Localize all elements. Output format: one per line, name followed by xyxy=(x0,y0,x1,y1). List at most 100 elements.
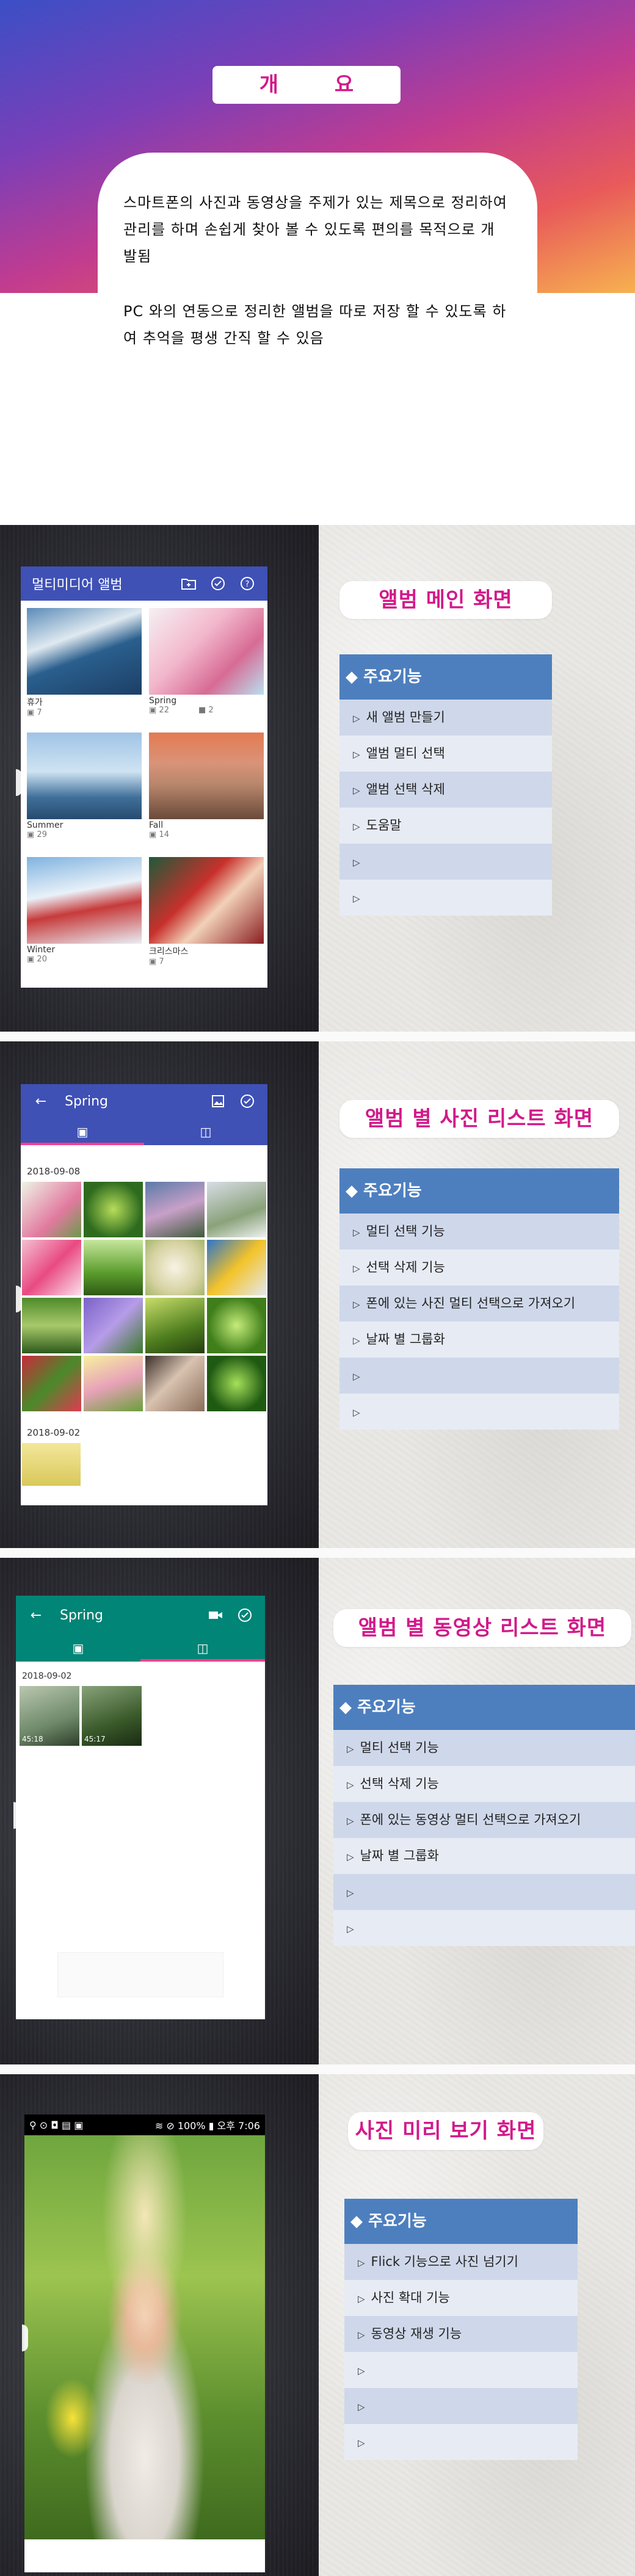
photo-thumbnail[interactable] xyxy=(22,1298,81,1353)
feature-text: 멀티 선택 기능 xyxy=(360,1740,439,1755)
feature-item: ▷ 멀티 선택 기능 xyxy=(339,1214,619,1250)
video-tab-icon: ◫ xyxy=(197,1641,209,1655)
image-icon: ▣ 14 xyxy=(149,830,169,839)
album-thumbnail xyxy=(149,608,264,695)
feature-item: ▷ xyxy=(344,2424,578,2460)
photo-thumbnail[interactable] xyxy=(22,1182,81,1237)
video-tab-icon: ◫ xyxy=(200,1124,212,1139)
album-photo-count: 29 xyxy=(37,830,47,839)
triangle-right-icon: ▷ xyxy=(353,785,360,796)
photo-thumbnail[interactable] xyxy=(145,1182,205,1237)
album-thumbnail xyxy=(27,608,142,695)
date-group-label: 2018-09-02 xyxy=(22,1671,72,1681)
photo-thumbnail[interactable] xyxy=(207,1240,266,1295)
photo-thumbnail[interactable] xyxy=(84,1356,143,1411)
feature-item: ▷ xyxy=(339,1394,619,1430)
triangle-right-icon: ▷ xyxy=(353,1227,360,1238)
back-arrow-icon[interactable]: ← xyxy=(32,1092,50,1110)
feature-text: 새 앨범 만들기 xyxy=(366,710,445,725)
album-card[interactable]: Summer ▣ 29 xyxy=(27,733,142,848)
triangle-right-icon: ▷ xyxy=(353,1263,360,1274)
intro-title: 개 요 xyxy=(212,66,401,104)
svg-text:?: ? xyxy=(245,580,250,589)
drawer-handle[interactable] xyxy=(13,1802,20,1829)
tab-videos[interactable]: ◫ xyxy=(140,1635,265,1662)
video-thumbnail[interactable]: 45:18 xyxy=(20,1686,79,1746)
photo-thumbnail[interactable] xyxy=(84,1298,143,1353)
help-icon[interactable]: ? xyxy=(238,574,256,593)
album-card[interactable]: 크리스마스 ▣ 7 xyxy=(149,857,264,973)
triangle-right-icon: ▷ xyxy=(353,821,360,832)
album-thumbnail xyxy=(149,733,264,819)
check-circle-icon[interactable] xyxy=(236,1606,254,1624)
check-circle-icon[interactable] xyxy=(238,1092,256,1110)
camera-icon[interactable] xyxy=(206,1606,225,1624)
feature-list-header: ◆ 주요기능 xyxy=(339,654,552,700)
app-bar: ← Spring xyxy=(21,1084,267,1118)
app-title: 멀티미디어 앨범 xyxy=(32,577,123,593)
photo-thumbnail[interactable] xyxy=(84,1182,143,1237)
folder-add-icon[interactable] xyxy=(180,574,198,593)
triangle-right-icon: ▷ xyxy=(347,1923,354,1934)
intro-section: 개 요 스마트폰의 사진과 동영상을 주제가 있는 제목으로 정리하여 관리를 … xyxy=(0,0,635,525)
triangle-right-icon: ▷ xyxy=(358,2365,365,2376)
video-thumbnail[interactable]: 45:17 xyxy=(82,1686,142,1746)
album-name: Winter xyxy=(27,945,56,955)
feature-list-header: ◆ 주요기능 xyxy=(333,1685,635,1730)
status-icons-left: ⚲ ⊙ ◘ ▤ ▣ xyxy=(29,2119,84,2131)
check-circle-icon[interactable] xyxy=(209,574,227,593)
photo-thumbnail[interactable] xyxy=(145,1356,205,1411)
photo-thumbnail[interactable] xyxy=(207,1356,266,1411)
photo-thumbnail[interactable] xyxy=(84,1240,143,1295)
album-photo-count: 7 xyxy=(159,957,164,966)
album-name: 크리스마스 xyxy=(149,947,189,957)
tab-photos[interactable]: ▣ xyxy=(21,1118,144,1145)
album-photo-count: 20 xyxy=(37,955,47,964)
photo-thumbnail[interactable] xyxy=(145,1298,205,1353)
photo-thumbnail[interactable] xyxy=(22,1356,81,1411)
album-card[interactable]: Winter ▣ 20 xyxy=(27,857,142,973)
feature-text: 선택 삭제 기능 xyxy=(366,1260,445,1275)
app-bar: ← Spring xyxy=(16,1596,265,1635)
intro-paragraph-2: PC 와의 연동으로 정리한 앨범을 따로 저장 할 수 있도록 하여 추억을 … xyxy=(123,303,507,347)
photo-thumbnail[interactable] xyxy=(145,1240,205,1295)
status-bar: ⚲ ⊙ ◘ ▤ ▣ ≋ ⊘ 100% ▮ 오후 7:06 xyxy=(24,2115,265,2135)
album-thumbnail xyxy=(149,857,264,944)
triangle-right-icon: ▷ xyxy=(353,857,360,868)
preview-image[interactable] xyxy=(24,2135,265,2539)
feature-item: ▷ 선택 삭제 기능 xyxy=(333,1766,635,1802)
triangle-right-icon: ▷ xyxy=(347,1743,354,1754)
photo-thumbnail[interactable] xyxy=(207,1298,266,1353)
album-card[interactable]: 휴가 ▣ 7 xyxy=(27,608,142,724)
triangle-right-icon: ▷ xyxy=(347,1851,354,1862)
album-thumbnail xyxy=(27,857,142,944)
section-video-list: ← Spring ▣ ◫ 2018-09-02 45:18 45:17 앨범 별… xyxy=(0,1558,635,2064)
feature-item: ▷ 동영상 재생 기능 xyxy=(344,2316,578,2352)
date-group-label: 2018-09-08 xyxy=(27,1166,81,1177)
photo-thumbnail[interactable] xyxy=(22,1443,81,1486)
feature-text: 날짜 별 그룹화 xyxy=(366,1332,445,1347)
tab-videos[interactable]: ◫ xyxy=(144,1118,267,1145)
tab-photos[interactable]: ▣ xyxy=(16,1635,140,1662)
album-card[interactable]: Fall ▣ 14 xyxy=(149,733,264,848)
photo-thumbnail[interactable] xyxy=(207,1182,266,1237)
back-arrow-icon[interactable]: ← xyxy=(27,1606,45,1624)
drawer-handle[interactable] xyxy=(16,1286,22,1312)
feature-text: 멀티 선택 기능 xyxy=(366,1224,445,1239)
drawer-handle[interactable] xyxy=(16,769,22,796)
album-counts: ▣ 7 xyxy=(27,708,142,717)
triangle-right-icon: ▷ xyxy=(358,2293,365,2304)
feature-item: ▷ 날짜 별 그룹화 xyxy=(333,1838,635,1874)
triangle-right-icon: ▷ xyxy=(353,1335,360,1346)
drawer-handle[interactable] xyxy=(22,2325,28,2351)
photo-thumbnail[interactable] xyxy=(22,1240,81,1295)
image-icon[interactable] xyxy=(209,1092,227,1110)
feature-list: ◆ 주요기능 ▷ 새 앨범 만들기 ▷ 앨범 멀티 선택 ▷ 앨범 선택 삭제 ▷ 도움… xyxy=(339,654,552,916)
app-title: Spring xyxy=(65,1093,108,1109)
album-thumbnail xyxy=(27,733,142,819)
status-icons-right: ≋ ⊘ 100% ▮ 오후 7:06 xyxy=(154,2120,260,2132)
section-separator xyxy=(0,2064,635,2074)
feature-text: 앨범 멀티 선택 xyxy=(366,746,445,761)
album-card[interactable]: Spring ▣ 22 ■ 2 xyxy=(149,608,264,724)
feature-list-header: ◆ 주요기능 xyxy=(344,2199,578,2244)
